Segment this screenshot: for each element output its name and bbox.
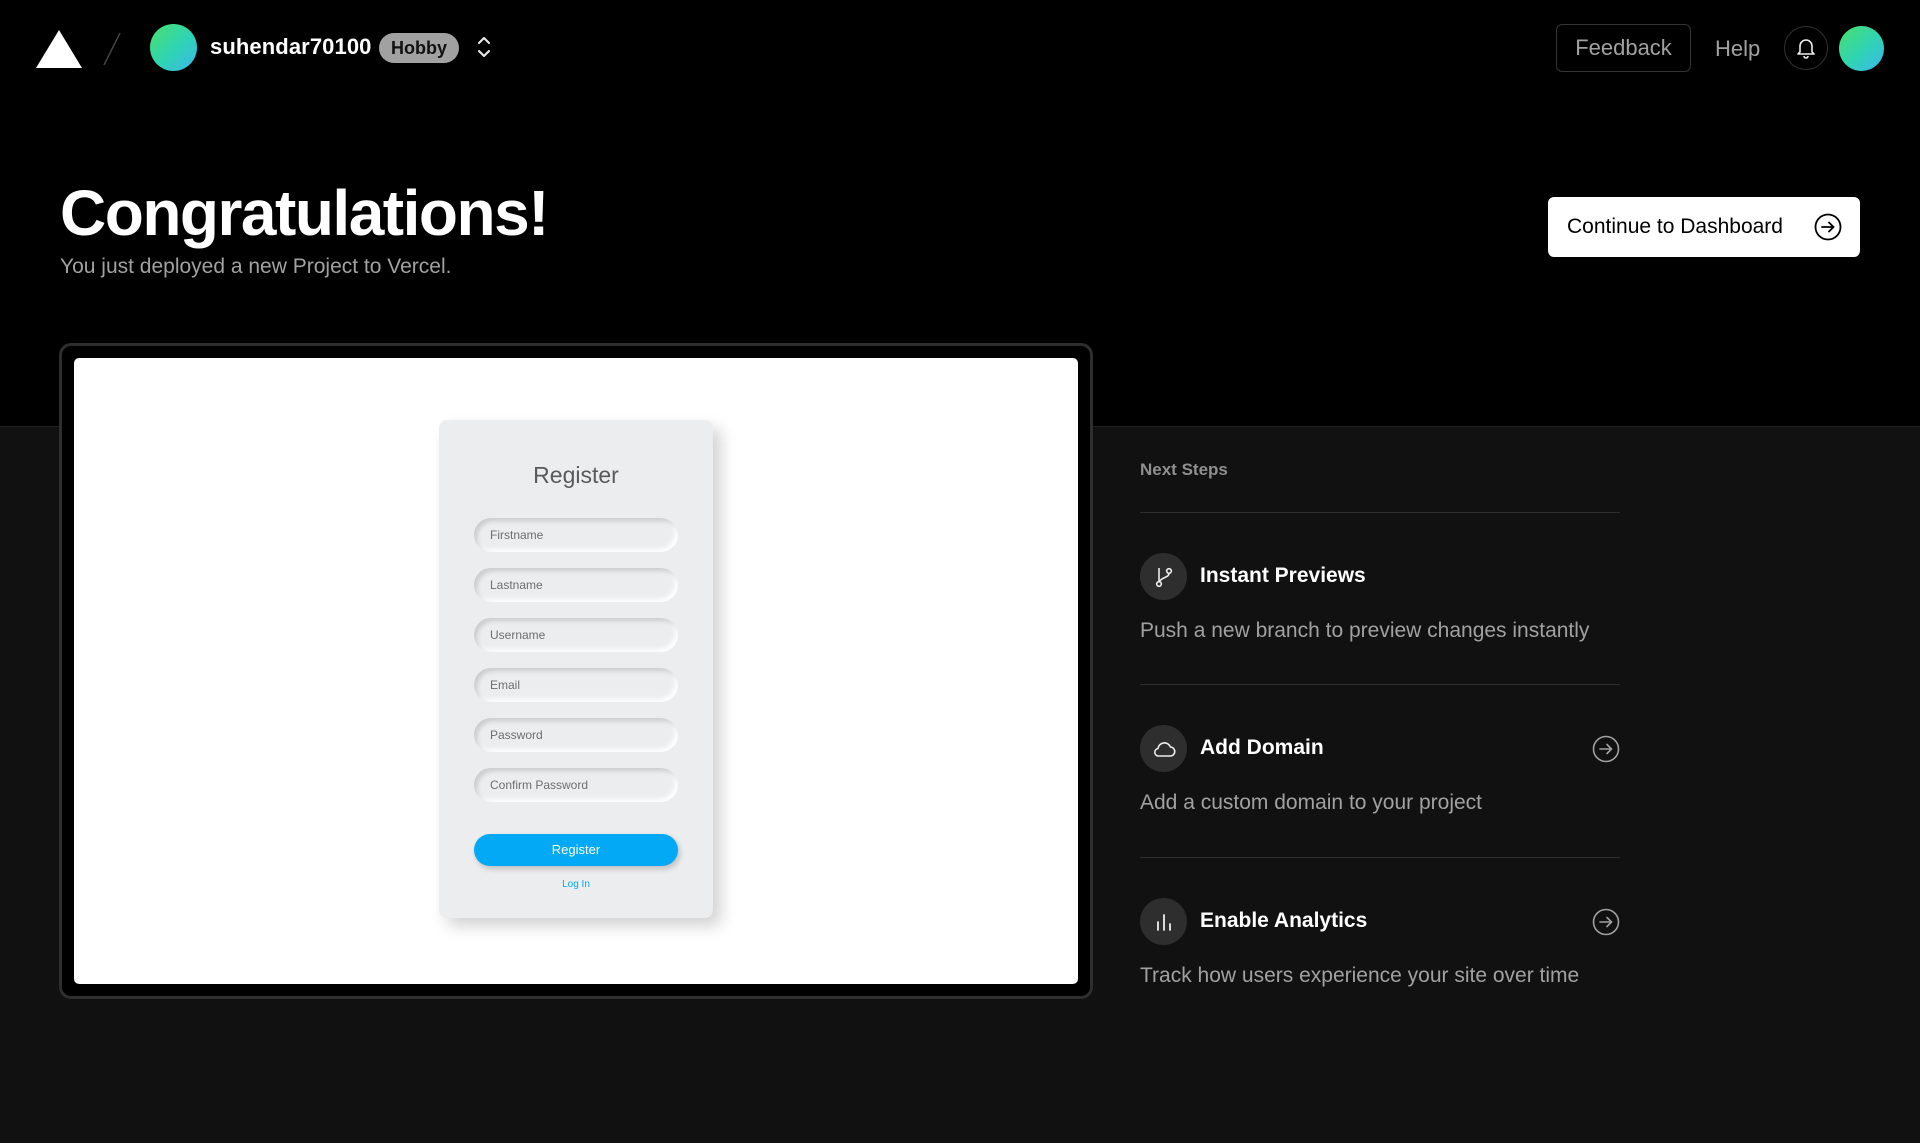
- divider: [1140, 684, 1620, 685]
- continue-to-dashboard-button[interactable]: Continue to Dashboard: [1548, 197, 1860, 257]
- firstname-field: Firstname: [474, 518, 678, 552]
- step-title: Add Domain: [1200, 736, 1324, 759]
- continue-to-dashboard-label: Continue to Dashboard: [1567, 215, 1783, 238]
- password-field: Password: [474, 718, 678, 752]
- top-navigation: suhendar70100 Hobby Feedback Help: [0, 0, 1920, 96]
- login-link: Log In: [562, 879, 590, 890]
- bell-icon: [1797, 39, 1815, 59]
- email-field: Email: [474, 668, 678, 702]
- next-steps-heading: Next Steps: [1140, 460, 1228, 479]
- lastname-field: Lastname: [474, 568, 678, 602]
- step-add-domain[interactable]: Add Domain Add a custom domain to your p…: [1140, 725, 1620, 845]
- notifications-button[interactable]: [1784, 26, 1828, 70]
- page-subtitle: You just deployed a new Project to Verce…: [60, 255, 452, 278]
- cloud-icon: [1140, 725, 1187, 772]
- team-avatar[interactable]: [150, 24, 197, 71]
- step-enable-analytics[interactable]: Enable Analytics Track how users experie…: [1140, 898, 1620, 1018]
- register-submit-button: Register: [474, 834, 678, 866]
- help-link[interactable]: Help: [1715, 36, 1760, 62]
- vercel-logo-icon[interactable]: [36, 30, 82, 68]
- divider: [1140, 512, 1620, 513]
- git-branch-icon: [1140, 553, 1187, 600]
- step-description: Push a new branch to preview changes ins…: [1140, 619, 1590, 642]
- step-title: Instant Previews: [1200, 564, 1366, 587]
- step-title: Enable Analytics: [1200, 909, 1368, 932]
- page-title: Congratulations!: [60, 177, 549, 249]
- confirm-password-field: Confirm Password: [474, 768, 678, 802]
- team-switcher-icon[interactable]: [474, 33, 494, 61]
- user-avatar[interactable]: [1839, 26, 1884, 71]
- bar-chart-icon: [1140, 898, 1187, 945]
- feedback-button[interactable]: Feedback: [1556, 24, 1691, 72]
- team-name[interactable]: suhendar70100: [210, 34, 372, 60]
- divider: [1140, 857, 1620, 858]
- deployment-screenshot: Register Firstname Lastname Username Ema…: [74, 358, 1078, 984]
- deployment-preview[interactable]: Register Firstname Lastname Username Ema…: [59, 343, 1093, 999]
- register-title: Register: [533, 462, 619, 488]
- arrow-right-circle-icon[interactable]: [1592, 735, 1620, 763]
- arrow-right-circle-icon: [1814, 213, 1842, 241]
- register-card: Register Firstname Lastname Username Ema…: [439, 420, 713, 918]
- username-field: Username: [474, 618, 678, 652]
- step-instant-previews: Instant Previews Push a new branch to pr…: [1140, 553, 1620, 673]
- arrow-right-circle-icon[interactable]: [1592, 908, 1620, 936]
- step-description: Track how users experience your site ove…: [1140, 964, 1580, 987]
- step-description: Add a custom domain to your project: [1140, 791, 1483, 814]
- breadcrumb-separator-icon: [103, 32, 121, 66]
- plan-badge: Hobby: [379, 33, 459, 63]
